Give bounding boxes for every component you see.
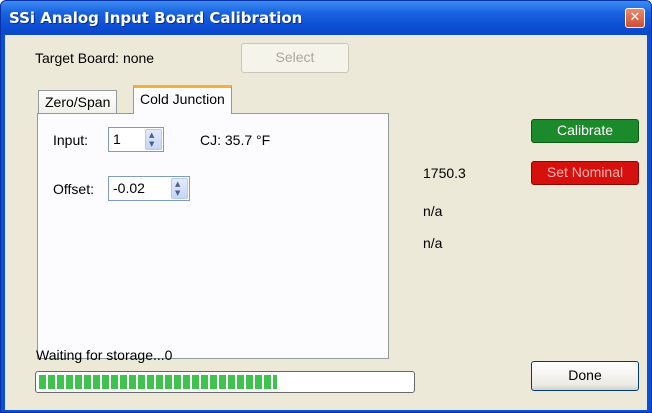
calibration-dialog: SSi Analog Input Board Calibration ✕ Tar… [0,0,652,413]
tab-cold-junction[interactable]: Cold Junction [133,85,232,114]
status-text: Waiting for storage...0 [36,347,173,363]
spin-down-icon[interactable]: ▼ [175,190,180,197]
spin-up-icon[interactable]: ▲ [149,132,154,139]
calibrate-button[interactable]: Calibrate [531,119,639,143]
set-nominal-button[interactable]: Set Nominal [531,161,639,185]
select-button[interactable]: Select [241,43,349,73]
spin-up-icon[interactable]: ▲ [175,181,180,188]
close-button[interactable]: ✕ [625,8,645,28]
input-value[interactable]: 1 [113,131,121,147]
title-bar[interactable]: SSi Analog Input Board Calibration ✕ [1,1,651,35]
offset-stepper[interactable]: -0.02 ▲ ▼ [108,176,190,201]
done-button[interactable]: Done [531,361,639,391]
target-board-label: Target Board: none [35,50,155,66]
progress-fill [39,375,278,389]
tab-zero-span[interactable]: Zero/Span [38,90,118,114]
offset-value[interactable]: -0.02 [113,180,145,196]
window-title: SSi Analog Input Board Calibration [9,9,303,27]
offset-label: Offset: [53,181,94,197]
input-stepper[interactable]: 1 ▲ ▼ [108,127,164,152]
stepper-arrows[interactable]: ▲ ▼ [171,178,188,199]
readout-value: n/a [423,203,443,219]
cj-temperature-readout: CJ: 35.7 °F [200,132,271,148]
input-label: Input: [53,132,89,148]
readout-value: n/a [423,235,443,251]
cold-junction-panel: Input: 1 ▲ ▼ CJ: 35.7 °F Offset: -0.02 ▲… [37,113,389,359]
spin-down-icon[interactable]: ▼ [149,141,154,148]
storage-progress-bar [35,371,415,393]
close-icon: ✕ [629,10,641,25]
stepper-arrows[interactable]: ▲ ▼ [145,129,162,150]
dialog-body: Target Board: none Select Zero/Span Cold… [5,35,647,410]
readout-value: 1750.3 [423,165,466,181]
